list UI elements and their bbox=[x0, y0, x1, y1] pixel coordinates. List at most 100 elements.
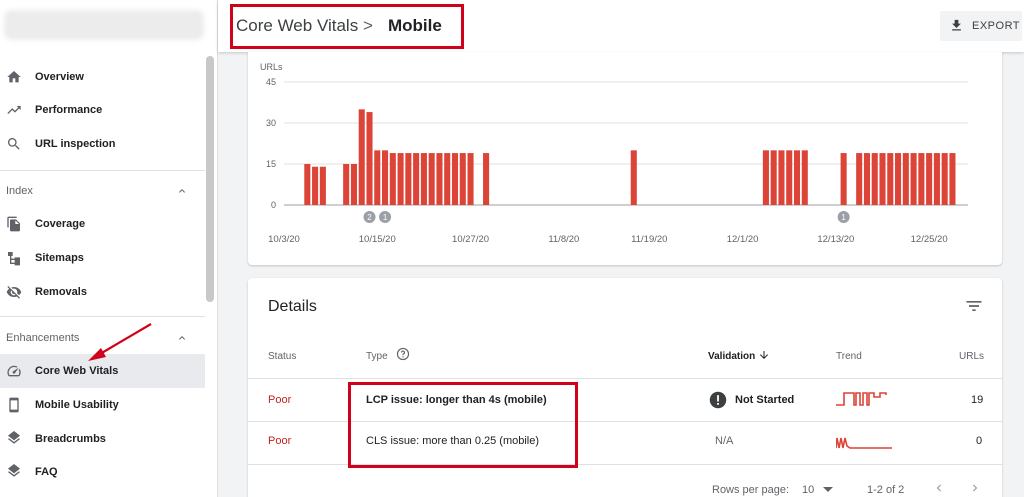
bar bbox=[941, 153, 948, 205]
bar bbox=[358, 109, 365, 205]
sidebar-item-core-web-vitals[interactable]: Core Web Vitals bbox=[0, 354, 205, 388]
rows-per-page-value[interactable]: 10 bbox=[802, 484, 814, 496]
bar bbox=[910, 153, 917, 205]
bar bbox=[863, 153, 870, 205]
bar bbox=[630, 150, 637, 205]
sidebar-item-mobile-usability[interactable]: Mobile Usability bbox=[0, 388, 205, 422]
sidebar-item-faq[interactable]: FAQ bbox=[0, 455, 205, 489]
dropdown-arrow-icon[interactable] bbox=[822, 486, 834, 494]
bar bbox=[420, 153, 427, 205]
sidebar-item-label: Removals bbox=[35, 286, 87, 298]
bar bbox=[382, 150, 389, 205]
annotation-highlight-box bbox=[230, 4, 464, 49]
sidebar-scrollbar[interactable] bbox=[206, 56, 214, 302]
bar bbox=[786, 150, 793, 205]
section-header-enhancements[interactable]: Enhancements bbox=[0, 325, 205, 351]
validation-cell: N/A bbox=[715, 435, 734, 447]
bar bbox=[895, 153, 902, 205]
section-label: Index bbox=[6, 185, 33, 197]
sidebar-item-label: URL inspection bbox=[35, 138, 116, 150]
bar bbox=[949, 153, 956, 205]
bar bbox=[801, 150, 808, 205]
sidebar-item-performance[interactable]: Performance bbox=[0, 93, 205, 127]
bar bbox=[762, 150, 769, 205]
rows-per-page-label: Rows per page: bbox=[712, 484, 790, 496]
x-tick-label: 12/1/20 bbox=[727, 234, 759, 245]
column-header-validation[interactable]: Validation bbox=[708, 351, 755, 362]
details-title: Details bbox=[268, 298, 317, 315]
annotation-highlight-box bbox=[348, 382, 578, 468]
arrow-down-icon[interactable] bbox=[758, 349, 770, 361]
y-tick-label: 15 bbox=[266, 159, 276, 169]
column-header-type[interactable]: Type bbox=[366, 351, 388, 362]
eye-off-icon bbox=[6, 286, 22, 299]
chevron-left-icon[interactable] bbox=[932, 481, 946, 495]
pagination-range: 1-2 of 2 bbox=[867, 484, 905, 496]
status-cell: Poor bbox=[268, 394, 292, 406]
bar bbox=[319, 166, 326, 205]
bar bbox=[389, 153, 396, 205]
sidebar-item-label: Core Web Vitals bbox=[35, 365, 119, 377]
trend-sparkline bbox=[836, 392, 887, 406]
section-header-index[interactable]: Index bbox=[0, 178, 205, 204]
search-icon bbox=[7, 138, 20, 150]
sidebar-item-breadcrumbs[interactable]: Breadcrumbs bbox=[0, 422, 205, 456]
export-button[interactable]: EXPORT bbox=[940, 11, 1022, 41]
section-label: Enhancements bbox=[6, 332, 80, 344]
chart-card: URLs 0 15 30 45 2 1 1 10/3/20 10/15/20 10/27/20 11/… bbox=[248, 52, 1002, 265]
bar bbox=[304, 164, 311, 205]
bar bbox=[840, 153, 847, 205]
chevron-up-icon bbox=[179, 336, 185, 340]
sidebar-item-sitemaps[interactable]: Sitemaps bbox=[0, 241, 205, 275]
bar bbox=[778, 150, 785, 205]
export-label: EXPORT bbox=[972, 20, 1021, 32]
details-card: Details Status Type Validation Trend URL… bbox=[248, 278, 1002, 497]
bar bbox=[871, 153, 878, 205]
sidebar-item-label: Mobile Usability bbox=[35, 399, 119, 411]
x-tick-label: 10/15/20 bbox=[359, 234, 396, 245]
help-icon[interactable] bbox=[396, 347, 410, 361]
y-axis-label: URLs bbox=[260, 62, 283, 72]
x-tick-label: 11/19/20 bbox=[631, 234, 667, 245]
column-header-trend[interactable]: Trend bbox=[836, 351, 862, 362]
urls-chart: URLs 0 15 30 45 2 1 1 10/3/20 10/15/20 10/27/20 11/… bbox=[260, 62, 968, 245]
sidebar-divider bbox=[0, 316, 205, 317]
bar bbox=[350, 164, 357, 205]
sidebar-item-overview[interactable]: Overview bbox=[0, 60, 205, 94]
property-selector[interactable] bbox=[4, 10, 204, 40]
filter-icon[interactable] bbox=[964, 296, 984, 316]
bar bbox=[793, 150, 801, 205]
bar bbox=[374, 150, 381, 205]
bar bbox=[312, 166, 319, 205]
warning-circle-icon bbox=[709, 391, 727, 409]
trending-up-icon bbox=[7, 106, 21, 114]
bar bbox=[770, 150, 777, 205]
sidebar-item-removals[interactable]: Removals bbox=[0, 275, 205, 309]
file-copy-icon bbox=[7, 216, 20, 232]
y-tick-label: 45 bbox=[266, 77, 276, 87]
layers-icon bbox=[8, 464, 20, 477]
annotation-marker-label: 2 bbox=[367, 213, 372, 222]
column-header-status[interactable]: Status bbox=[268, 351, 296, 362]
bar bbox=[428, 153, 435, 205]
sidebar: Overview Performance URL inspection Inde… bbox=[0, 0, 218, 497]
bar bbox=[366, 112, 373, 205]
chevron-right-icon[interactable] bbox=[968, 481, 982, 495]
x-tick-label: 12/25/20 bbox=[911, 234, 948, 245]
sidebar-item-label: Performance bbox=[35, 104, 103, 116]
column-header-urls[interactable]: URLs bbox=[959, 351, 984, 362]
sidebar-item-url-inspection[interactable]: URL inspection bbox=[0, 127, 205, 161]
x-tick-label: 10/3/20 bbox=[268, 234, 300, 245]
bar bbox=[413, 153, 420, 205]
sidebar-item-label: Sitemaps bbox=[35, 252, 84, 264]
bar bbox=[933, 153, 940, 205]
bar bbox=[397, 153, 404, 205]
bar bbox=[926, 153, 933, 205]
bar bbox=[343, 164, 350, 205]
x-tick-label: 11/8/20 bbox=[548, 234, 579, 245]
sidebar-item-coverage[interactable]: Coverage bbox=[0, 207, 205, 241]
x-tick-label: 12/13/20 bbox=[817, 234, 854, 245]
sidebar-item-label: Overview bbox=[35, 71, 84, 83]
sitemap-icon bbox=[8, 252, 20, 266]
bar bbox=[444, 153, 451, 205]
